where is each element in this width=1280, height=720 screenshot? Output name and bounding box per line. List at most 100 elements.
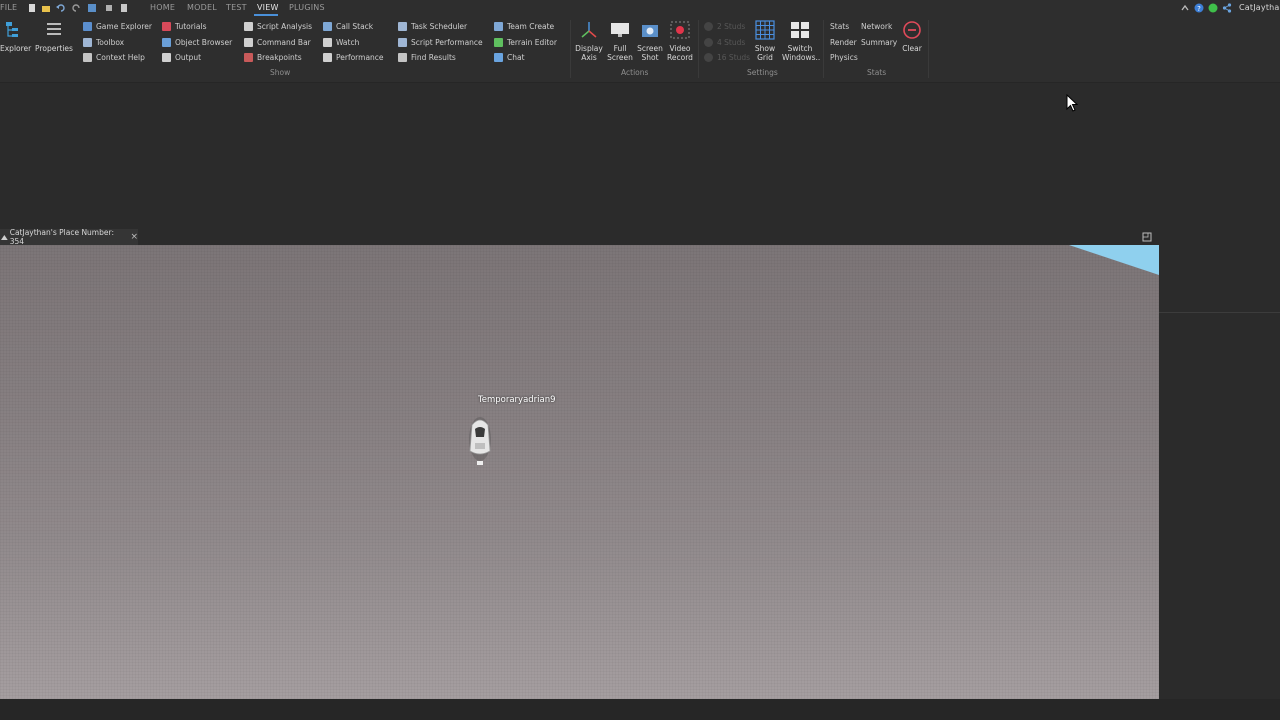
tab-plugins[interactable]: PLUGINS (289, 3, 325, 12)
breakpoints-button[interactable]: Breakpoints (244, 53, 302, 62)
file-menu[interactable]: FILE (0, 3, 17, 12)
command-bar-button[interactable]: Command Bar (244, 38, 311, 47)
separator (698, 20, 699, 78)
share-icon[interactable] (1222, 3, 1232, 13)
video-record-button[interactable]: Video Record (665, 20, 695, 62)
tutorials-button[interactable]: Tutorials (162, 22, 206, 31)
switch-windows-button[interactable]: Switch Windows.. (782, 20, 821, 62)
find-results-label: Find Results (411, 53, 456, 62)
player-car[interactable] (468, 415, 494, 467)
screen-shot-label-1: Screen (637, 44, 663, 53)
object-browser-button[interactable]: Object Browser (162, 38, 232, 47)
output-button[interactable]: Output (162, 53, 201, 62)
stats-group-label: Stats (867, 68, 887, 77)
publish-icon[interactable] (87, 3, 97, 13)
watch-icon (323, 38, 332, 47)
find-results-button[interactable]: Find Results (398, 53, 456, 62)
output-label: Output (175, 53, 202, 62)
help-icon[interactable]: ? (1194, 3, 1204, 13)
summary-button[interactable]: Summary (861, 38, 897, 47)
call-stack-button[interactable]: Call Stack (323, 22, 373, 31)
object-browser-icon (162, 38, 171, 47)
toolbox-button[interactable]: Toolbox (83, 38, 124, 47)
empty-dock-area (0, 83, 1280, 229)
terrain-editor-button[interactable]: Terrain Editor (494, 38, 557, 47)
4-studs-label: 4 Studs (717, 38, 746, 47)
monitor-icon (611, 23, 629, 37)
document-icon[interactable] (119, 3, 129, 13)
2-studs-option[interactable]: 2 Studs (704, 22, 745, 31)
tab-test[interactable]: TEST (226, 3, 247, 12)
chevron-up-icon[interactable] (1180, 3, 1190, 13)
redo-icon[interactable] (71, 3, 81, 13)
task-scheduler-button[interactable]: Task Scheduler (398, 22, 467, 31)
close-tab-icon[interactable]: × (130, 232, 138, 242)
properties-button[interactable]: Properties (34, 20, 74, 53)
find-results-icon (398, 53, 407, 62)
radio-icon (704, 38, 713, 47)
chat-button[interactable]: Chat (494, 53, 525, 62)
tab-view[interactable]: VIEW (257, 3, 279, 12)
display-axis-button[interactable]: Display Axis (574, 20, 604, 62)
network-button[interactable]: Network (861, 22, 892, 31)
terrain-editor-icon (494, 38, 503, 47)
game-explorer-label: Game Explorer (96, 22, 152, 31)
command-bar-icon (244, 38, 253, 47)
tutorials-label: Tutorials (175, 22, 207, 31)
show-grid-label-2: Grid (757, 53, 773, 62)
panel-divider (1159, 312, 1280, 313)
team-create-button[interactable]: Team Create (494, 22, 554, 31)
video-record-label-2: Record (667, 53, 693, 62)
show-grid-button[interactable]: Show Grid (750, 20, 780, 62)
tab-model[interactable]: MODEL (187, 3, 217, 12)
maximize-icon[interactable] (1142, 232, 1152, 242)
16-studs-label: 16 Studs (717, 53, 751, 62)
task-scheduler-label: Task Scheduler (411, 22, 468, 31)
screen-shot-button[interactable]: Screen Shot (635, 20, 665, 62)
16-studs-option[interactable]: 16 Studs (704, 53, 750, 62)
document-tab[interactable]: CatJaythan's Place Number: 354 × (0, 228, 138, 246)
display-axis-label-2: Axis (581, 53, 597, 62)
task-scheduler-icon (398, 22, 407, 31)
physics-button[interactable]: Physics (830, 53, 858, 62)
4-studs-option[interactable]: 4 Studs (704, 38, 745, 47)
context-help-button[interactable]: Context Help (83, 53, 145, 62)
undo-icon[interactable] (56, 3, 66, 13)
call-stack-icon (323, 22, 332, 31)
performance-button[interactable]: Performance (323, 53, 384, 62)
game-viewport[interactable]: Temporaryadrian9 (0, 245, 1159, 699)
new-file-icon[interactable] (27, 3, 37, 13)
stop-icon[interactable] (104, 3, 114, 13)
render-button[interactable]: Render (830, 38, 857, 47)
tab-home[interactable]: HOME (150, 3, 175, 12)
render-label: Render (830, 38, 857, 47)
script-performance-button[interactable]: Script Performance (398, 38, 483, 47)
watch-button[interactable]: Watch (323, 38, 359, 47)
clear-label: Clear (902, 44, 922, 53)
stats-button[interactable]: Stats (830, 22, 849, 31)
script-performance-label: Script Performance (411, 38, 483, 47)
username[interactable]: CatJaythan (1239, 3, 1280, 12)
object-browser-label: Object Browser (175, 38, 233, 47)
performance-icon (323, 53, 332, 62)
display-axis-label-1: Display (575, 44, 603, 53)
video-record-label-1: Video (669, 44, 691, 53)
properties-icon (47, 23, 61, 35)
team-create-icon (494, 22, 503, 31)
full-screen-label-2: Screen (607, 53, 633, 62)
script-analysis-button[interactable]: Script Analysis (244, 22, 312, 31)
full-screen-button[interactable]: Full Screen (605, 20, 635, 62)
toolbox-icon (83, 38, 92, 47)
stats-label: Stats (830, 22, 850, 31)
output-icon (162, 53, 171, 62)
screen-shot-label-2: Shot (641, 53, 659, 62)
explorer-button[interactable]: Explorer (0, 20, 31, 53)
chat-label: Chat (507, 53, 525, 62)
open-folder-icon[interactable] (41, 3, 51, 13)
switch-windows-label-2: Windows.. (782, 53, 821, 62)
actions-group-label: Actions (621, 68, 649, 77)
clear-button[interactable]: Clear (898, 20, 926, 53)
game-explorer-button[interactable]: Game Explorer (83, 22, 152, 31)
game-explorer-icon (83, 22, 92, 31)
document-tab-strip: CatJaythan's Place Number: 354 × (0, 228, 1159, 246)
